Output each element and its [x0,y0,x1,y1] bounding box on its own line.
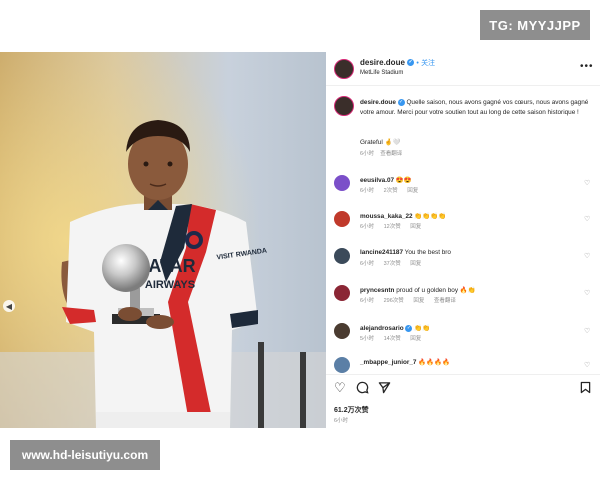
comment-avatar[interactable] [334,323,350,339]
caption-verified-icon: ✓ [397,98,405,106]
comment-reply[interactable]: 回复 [410,261,421,267]
comment-likes[interactable]: 37次赞 [384,261,401,267]
comment-body: 👏👏👏👏 [414,213,447,220]
comment-text: _mbappe_junior_7 🔥🔥🔥🔥 [360,358,450,366]
comment-body: proud of u golden boy 🔥👏 [396,287,476,294]
comment-like-heart-icon[interactable]: ♡ [584,289,590,297]
comment-avatar[interactable] [334,175,350,191]
comment-like-heart-icon[interactable]: ♡ [584,252,590,260]
comment-body: You the best bro [404,249,451,256]
post-time: 6小时 [334,418,349,424]
comment-meta: 6小时 12次赞 回复 [360,222,429,230]
comment-meta: 5小时 14次赞 回复 [360,334,429,342]
comment-item: _mbappe_junior_7 🔥🔥🔥🔥 ♡ [326,354,600,376]
caption-time: 6小时 [360,151,375,157]
comment-username[interactable]: pryncesntn [360,287,394,294]
comment-meta: 6小时 2次赞 回复 [360,186,426,194]
follow-dot: • [416,60,419,67]
comment-meta: 6小时 296次赞 回复 查看翻译 [360,296,464,304]
comment-item: lancine241187 You the best bro 6小时 37次赞 … [326,245,600,267]
comment-text: lancine241187 You the best bro [360,249,451,256]
comment-reply[interactable]: 回复 [410,336,421,342]
comment-like-heart-icon[interactable]: ♡ [584,327,590,335]
carousel-prev-icon[interactable]: ◀ [3,300,15,312]
watermark-top: TG: MYYJJPP [480,10,590,40]
comment-username[interactable]: eeusilva.07 [360,177,394,184]
comment-reply[interactable]: 回复 [413,298,424,304]
comment-likes[interactable]: 14次赞 [384,336,401,342]
comment-avatar[interactable] [334,357,350,373]
post-location[interactable]: MetLife Stadium [360,70,403,76]
comment-username[interactable]: moussa_kaka_22 [360,213,413,220]
comment-time: 6小时 [360,188,375,194]
caption-text-block: desire.doue ✓ Quelle saison, nous avons … [360,98,592,117]
comment-like-heart-icon[interactable]: ♡ [584,215,590,223]
caption-meta: 6小时 查看翻译 [360,149,402,157]
caption-extra: Grateful 🤞🤍 [360,139,401,146]
comment-time: 6小时 [360,224,375,230]
comment-likes[interactable]: 2次赞 [384,188,398,194]
comment-avatar[interactable] [334,285,350,301]
author-avatar[interactable] [334,59,354,79]
comment-avatar[interactable] [334,248,350,264]
comment-time: 6小时 [360,298,375,304]
post-actions: ♡ 61.2万次赞 6小时 [326,374,600,428]
comment-text: alejandrosario ✓ 👏👏 [360,324,430,332]
comment-likes[interactable]: 12次赞 [384,224,401,230]
screenshot-page: TG: MYYJJPP QATAR AIRWAYS VISIT RWANDA ◀… [0,0,600,480]
comment-like-heart-icon[interactable]: ♡ [584,179,590,187]
comment-verified-icon: ✓ [405,324,413,332]
likes-count[interactable]: 61.2万次赞 [334,405,369,415]
watermark-bottom: www.hd-leisutiyu.com [10,440,160,470]
comment-username[interactable]: alejandrosario [360,325,404,332]
bookmark-icon[interactable] [580,381,591,397]
comment-username[interactable]: _mbappe_junior_7 [360,359,416,366]
comment-text: eeusilva.07 😍😍 [360,176,412,184]
comment-like-heart-icon[interactable]: ♡ [584,361,590,369]
comment-text: moussa_kaka_22 👏👏👏👏 [360,212,446,220]
comment-body: 😍😍 [395,177,412,184]
comment-reply[interactable]: 回复 [410,224,421,230]
share-icon[interactable] [378,381,391,397]
caption-avatar[interactable] [334,96,354,116]
comment-avatar[interactable] [334,211,350,227]
comment-time: 6小时 [360,261,375,267]
caption-username[interactable]: desire.doue [360,99,396,106]
comment-username[interactable]: lancine241187 [360,249,403,256]
comment-meta: 6小时 37次赞 回复 [360,259,429,267]
comment-item: eeusilva.07 😍😍 6小时 2次赞 回复 ♡ [326,172,600,194]
comment-item: pryncesntn proud of u golden boy 🔥👏 6小时 … [326,282,600,304]
post-photo[interactable]: QATAR AIRWAYS VISIT RWANDA ◀ [0,52,326,428]
author-username[interactable]: desire.doue [360,58,405,67]
comment-reply[interactable]: 回复 [407,188,418,194]
comment-body: 👏👏 [414,325,431,332]
jersey-sponsor-line2: AIRWAYS [145,279,195,291]
comment-item: alejandrosario ✓ 👏👏 5小时 14次赞 回复 ♡ [326,320,600,342]
comment-item: moussa_kaka_22 👏👏👏👏 6小时 12次赞 回复 ♡ [326,208,600,230]
comment-text: pryncesntn proud of u golden boy 🔥👏 [360,286,476,294]
caption-translate-link[interactable]: 查看翻译 [380,151,402,157]
verified-badge-icon: ✓ [407,59,415,67]
post-header: desire.doue ✓ • 关注 MetLife Stadium ••• [326,52,600,86]
more-options-icon[interactable]: ••• [580,61,594,72]
heart-icon[interactable]: ♡ [334,381,346,395]
author-name-row: desire.doue ✓ • 关注 [360,58,435,68]
comment-body: 🔥🔥🔥🔥 [418,359,451,366]
follow-button[interactable]: 关注 [421,60,435,67]
comment-likes[interactable]: 296次赞 [384,298,404,304]
post-side-panel: desire.doue ✓ • 关注 MetLife Stadium ••• d… [326,52,600,428]
comment-icon[interactable] [356,381,369,397]
comment-translate-link[interactable]: 查看翻译 [434,298,456,304]
comment-time: 5小时 [360,336,375,342]
